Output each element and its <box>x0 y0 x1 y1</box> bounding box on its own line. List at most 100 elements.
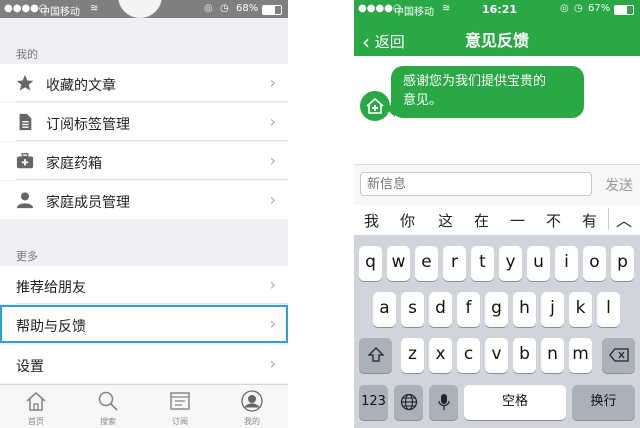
battery-percent: 67% <box>588 3 611 14</box>
globe-key[interactable] <box>394 385 423 420</box>
tab-subscribe[interactable]: 订阅 <box>144 385 216 428</box>
return-key[interactable]: 换行 <box>572 385 635 420</box>
key-h[interactable]: h <box>513 292 536 327</box>
key-t[interactable]: t <box>471 246 494 281</box>
key-i[interactable]: i <box>555 246 578 281</box>
menu-item-label: 家庭成员管理 <box>46 195 130 211</box>
globe-icon <box>400 393 417 411</box>
nav-header: ●●●●○ 中国移动 ≋ 16:21 ◎ ◷ 67% ‹ 返回 意见反馈 <box>354 0 640 56</box>
tab-mine[interactable]: 我的 <box>216 385 288 428</box>
space-key[interactable]: 空格 <box>464 385 566 420</box>
key-q[interactable]: q <box>359 246 382 281</box>
candidate-word[interactable]: 不 <box>546 210 561 231</box>
battery-icon <box>614 5 634 15</box>
bubble-text-line1: 感谢您为我们提供宝贵的 <box>403 74 547 89</box>
candidate-word[interactable]: 你 <box>400 210 415 231</box>
menu-item-label: 推荐给朋友 <box>16 280 86 296</box>
search-icon <box>98 391 118 411</box>
chevron-right-icon: › <box>269 112 276 131</box>
candidate-word[interactable]: 有 <box>582 210 597 231</box>
star-icon <box>16 74 34 91</box>
wifi-icon: ≋ <box>90 3 99 14</box>
key-l[interactable]: l <box>597 292 620 327</box>
carrier-label: 中国移动 <box>394 7 434 18</box>
candidate-word[interactable]: 在 <box>474 210 489 231</box>
alarm-icon: ◷ <box>574 3 583 14</box>
menu-item-label: 家庭药箱 <box>46 156 102 172</box>
menu-item-settings[interactable]: 设置 › <box>0 345 288 383</box>
tab-label: 订阅 <box>172 417 188 426</box>
numbers-key[interactable]: 123 <box>359 385 388 420</box>
key-c[interactable]: c <box>457 338 480 373</box>
key-f[interactable]: f <box>457 292 480 327</box>
menu-item-recommend[interactable]: 推荐给朋友 › <box>0 266 288 304</box>
candidate-word[interactable]: 这 <box>438 210 453 231</box>
microphone-icon <box>437 394 450 410</box>
divider <box>16 140 288 141</box>
divider <box>16 101 288 102</box>
shift-key[interactable] <box>359 338 392 373</box>
menu-item-medicine-box[interactable]: 家庭药箱 › <box>0 142 288 180</box>
wifi-icon: ≋ <box>442 3 451 14</box>
key-d[interactable]: d <box>429 292 452 327</box>
candidate-word[interactable]: 一 <box>510 210 525 231</box>
section-title-more: 更多 <box>16 250 38 263</box>
chevron-right-icon: › <box>269 354 276 373</box>
message-input[interactable] <box>360 172 592 196</box>
tab-home[interactable]: 首页 <box>0 385 72 428</box>
subscribe-icon <box>170 392 190 410</box>
feedback-screen: ●●●●○ 中国移动 ≋ 16:21 ◎ ◷ 67% ‹ 返回 意见反馈 感谢您… <box>354 0 640 428</box>
status-time: 16:21 <box>482 3 518 16</box>
menu-item-label: 设置 <box>16 359 44 375</box>
divider <box>16 179 288 180</box>
key-s[interactable]: s <box>401 292 424 327</box>
backspace-key[interactable] <box>602 338 635 373</box>
key-g[interactable]: g <box>485 292 508 327</box>
candidate-word[interactable]: 我 <box>364 210 379 231</box>
key-a[interactable]: a <box>373 292 396 327</box>
tab-label: 搜索 <box>100 417 116 426</box>
key-j[interactable]: j <box>541 292 564 327</box>
send-button[interactable]: 发送 <box>605 175 633 195</box>
key-z[interactable]: z <box>401 338 424 373</box>
key-w[interactable]: w <box>387 246 410 281</box>
key-m[interactable]: m <box>569 338 592 373</box>
person-icon <box>16 192 34 209</box>
menu-item-family-members[interactable]: 家庭成员管理 › <box>0 181 288 219</box>
menu-item-subscription-tags[interactable]: 订阅标签管理 › <box>0 103 288 141</box>
divider <box>608 208 609 230</box>
key-p[interactable]: p <box>611 246 634 281</box>
message-input-bar: 发送 <box>354 164 640 205</box>
alarm-icon: ◷ <box>220 3 229 14</box>
menu-item-label: 帮助与反馈 <box>16 319 86 335</box>
page-title: 意见反馈 <box>464 31 529 50</box>
document-icon <box>19 113 32 131</box>
key-n[interactable]: n <box>541 338 564 373</box>
key-v[interactable]: v <box>485 338 508 373</box>
tab-label: 我的 <box>244 417 260 426</box>
key-u[interactable]: u <box>527 246 550 281</box>
menu-item-help-feedback[interactable]: 帮助与反馈 › <box>0 305 288 343</box>
chevron-right-icon: › <box>269 190 276 209</box>
key-x[interactable]: x <box>429 338 452 373</box>
key-k[interactable]: k <box>569 292 592 327</box>
medicine-box-icon <box>16 153 34 169</box>
tab-search[interactable]: 搜索 <box>72 385 144 428</box>
chevron-right-icon: › <box>269 275 276 294</box>
candidate-bar: 我 你 这 在 一 不 有 ︿ <box>354 205 640 236</box>
key-b[interactable]: b <box>513 338 536 373</box>
dictation-key[interactable] <box>429 385 458 420</box>
key-e[interactable]: e <box>415 246 438 281</box>
tab-label: 首页 <box>28 417 44 426</box>
menu-item-favorites[interactable]: 收藏的文章 › <box>0 64 288 102</box>
chevron-right-icon: › <box>269 73 276 92</box>
battery-icon <box>262 5 282 15</box>
battery-percent: 68% <box>236 3 259 14</box>
chat-bubble: 感谢您为我们提供宝贵的 意见。 <box>391 66 584 118</box>
key-r[interactable]: r <box>443 246 466 281</box>
key-y[interactable]: y <box>499 246 522 281</box>
menu-item-label: 收藏的文章 <box>46 78 116 94</box>
chevron-up-icon[interactable]: ︿ <box>616 207 632 231</box>
shift-icon <box>366 347 385 362</box>
key-o[interactable]: o <box>583 246 606 281</box>
